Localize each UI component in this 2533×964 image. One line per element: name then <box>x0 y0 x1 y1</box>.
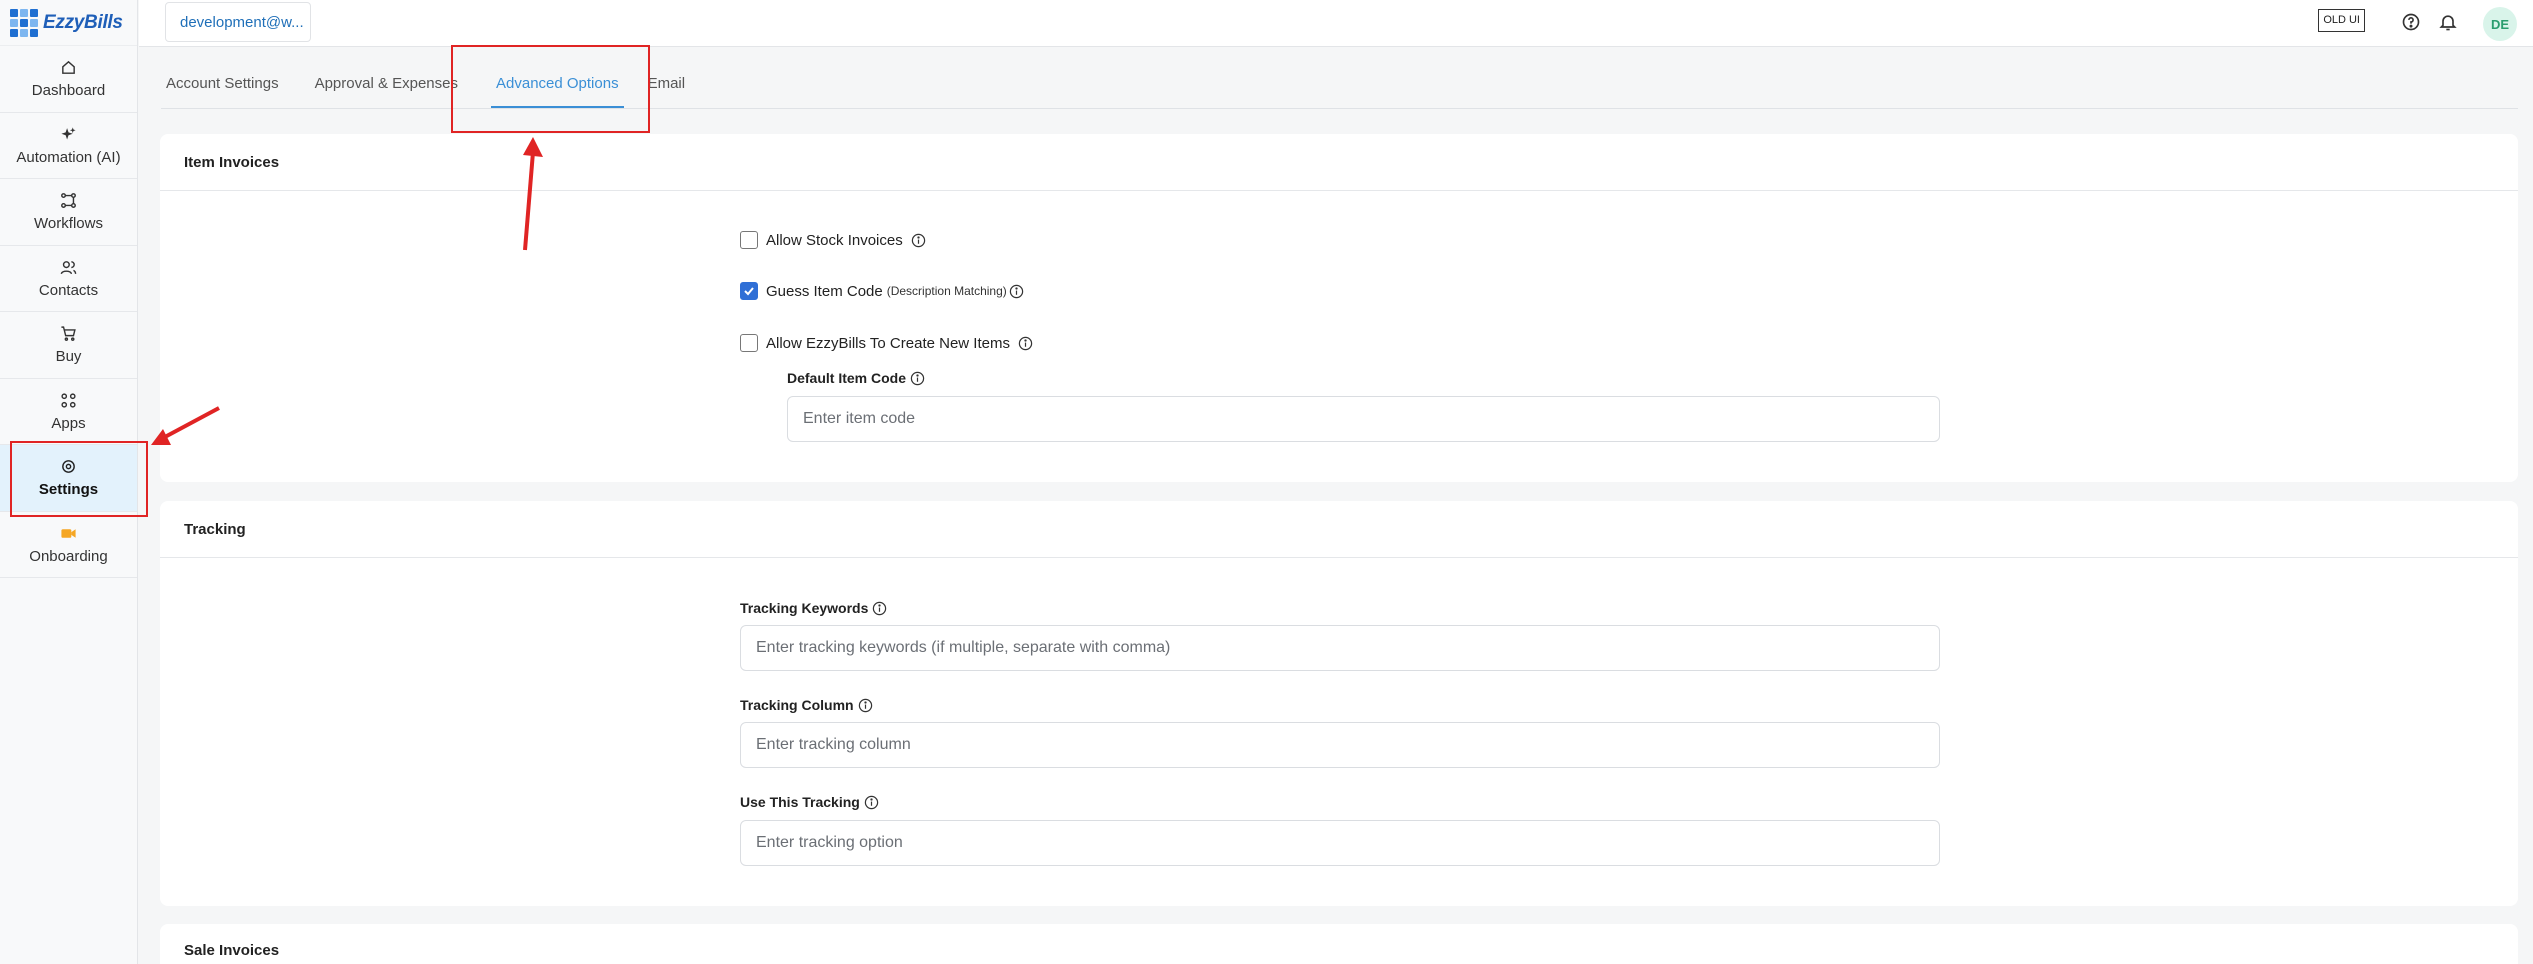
arrow-head-up <box>523 137 543 157</box>
arrow-to-settings <box>162 406 220 440</box>
arrow-to-tab <box>523 151 535 251</box>
annotation-arrows <box>151 137 543 445</box>
